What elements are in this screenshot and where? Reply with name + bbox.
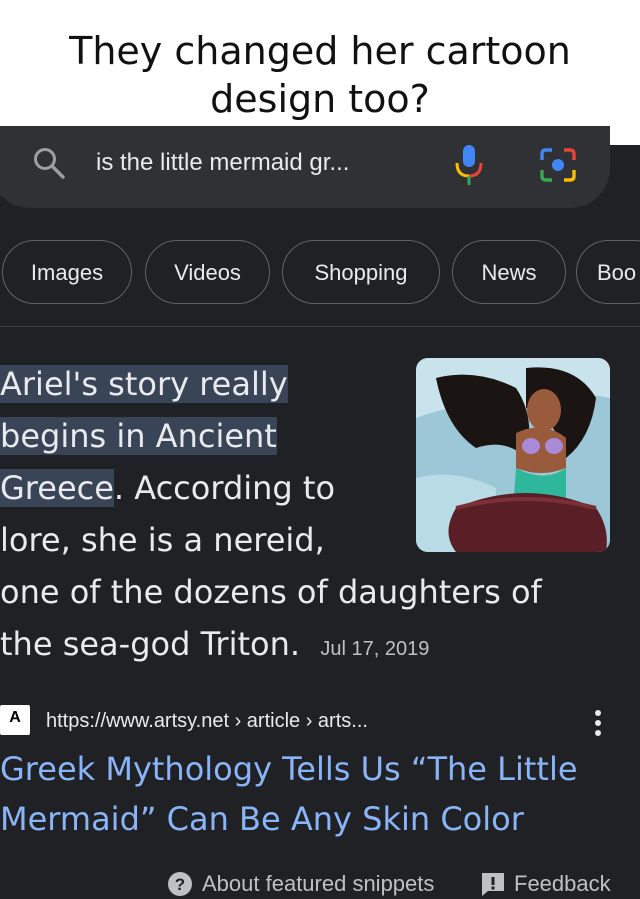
chip-news[interactable]: News [452, 240, 566, 304]
snippet-line-6: the sea-god Triton. [0, 625, 301, 663]
search-filter-chips: Images Videos Shopping News Boo [0, 240, 640, 306]
search-icon[interactable] [32, 146, 66, 180]
mic-icon[interactable] [452, 143, 486, 187]
snippet-line-3: . According to [113, 469, 336, 507]
chip-images[interactable]: Images [2, 240, 132, 304]
ariel-thumbnail[interactable] [416, 358, 610, 552]
snippet-highlight-greece: Greece [0, 469, 114, 507]
snippet-line-5: one of the dozens of daughters of [0, 573, 542, 611]
result-url[interactable]: https://www.artsy.net › article › arts..… [46, 708, 368, 734]
feedback-link[interactable]: Feedback [514, 869, 611, 899]
meme-caption: They changed her cartoon design too? [0, 0, 640, 145]
caption-line-2: design too? [210, 77, 430, 121]
snippet-line-4: lore, she is a nereid, [0, 521, 325, 559]
about-featured-snippets-link[interactable]: About featured snippets [202, 869, 434, 899]
svg-text:?: ? [175, 875, 185, 894]
site-favicon: A [0, 705, 30, 735]
more-options-icon[interactable] [592, 708, 604, 738]
search-input[interactable]: is the little mermaid gr... [96, 147, 349, 179]
result-title-line-2[interactable]: Mermaid” Can Be Any Skin Color [0, 794, 630, 844]
result-title-line-1[interactable]: Greek Mythology Tells Us “The Little [0, 744, 630, 794]
snippet-line-1: Ariel's story really [0, 365, 288, 403]
chip-videos[interactable]: Videos [145, 240, 270, 304]
snippet-date: Jul 17, 2019 [320, 638, 430, 660]
divider [0, 326, 640, 327]
result-title-link[interactable]: Greek Mythology Tells Us “The Little Mer… [0, 744, 630, 844]
chip-shopping[interactable]: Shopping [282, 240, 440, 304]
snippet-line-2: begins in Ancient [0, 417, 277, 455]
caption-line-1: They changed her cartoon [69, 29, 571, 73]
lens-icon[interactable] [538, 146, 578, 184]
feedback-icon[interactable] [480, 871, 506, 897]
chip-books[interactable]: Boo [576, 240, 640, 304]
help-icon[interactable]: ? [167, 871, 193, 897]
